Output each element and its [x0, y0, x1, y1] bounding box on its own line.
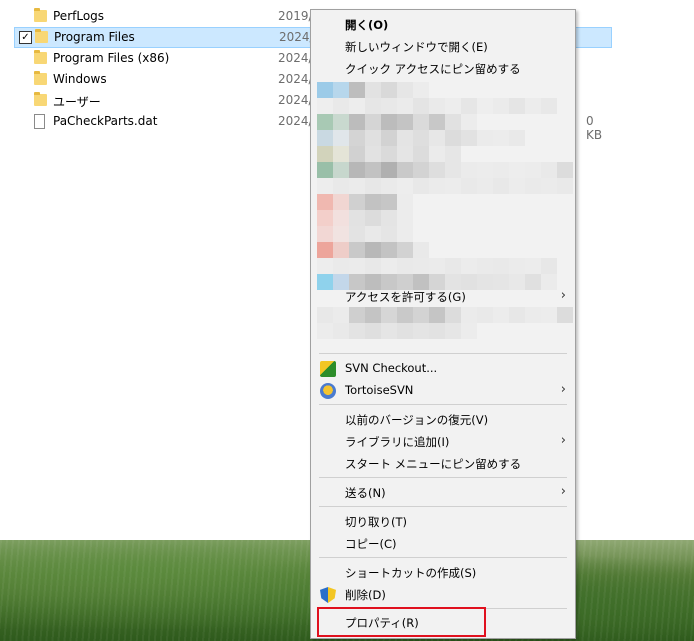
file-name: ユーザー [53, 95, 101, 109]
menu-item-copy[interactable]: コピー(C) [311, 532, 575, 554]
menu-label: SVN Checkout... [345, 361, 438, 375]
submenu-arrow-icon: › [560, 288, 566, 303]
menu-label: 削除(D) [345, 588, 386, 602]
pixelated-row [317, 226, 413, 242]
pixelated-row [317, 82, 429, 98]
folder-icon [35, 29, 48, 43]
file-date: 2024/ [278, 72, 313, 86]
svn-checkout-icon [320, 361, 336, 377]
file-name: PerfLogs [53, 9, 105, 23]
uac-shield-icon [320, 587, 336, 603]
file-date: 2024/ [279, 30, 314, 44]
pixelated-row [317, 307, 573, 323]
pixelated-row [317, 146, 461, 162]
menu-label: TortoiseSVN [345, 383, 414, 397]
menu-label: スタート メニューにピン留めする [345, 457, 522, 471]
pixelated-row [317, 242, 429, 258]
menu-label: 新しいウィンドウで開く(E) [345, 40, 488, 54]
context-menu: 開く(O) 新しいウィンドウで開く(E) クイック アクセスにピン留めする アク… [310, 9, 576, 639]
menu-item-open[interactable]: 開く(O) [311, 13, 575, 35]
file-date: 2024/ [278, 51, 313, 65]
file-name: Windows [53, 72, 107, 86]
menu-item-send-to[interactable]: 送る(N) › [311, 481, 575, 503]
menu-separator [319, 353, 567, 354]
menu-item-delete[interactable]: 削除(D) [311, 583, 575, 605]
pixelated-row [317, 178, 573, 194]
menu-label: コピー(C) [345, 537, 397, 551]
menu-item-give-access[interactable]: アクセスを許可する(G) › [311, 285, 575, 307]
file-date: 2024/ [278, 114, 313, 128]
pixelated-row [317, 114, 477, 130]
menu-separator [319, 477, 567, 478]
menu-label: 切り取り(T) [345, 515, 407, 529]
submenu-arrow-icon: › [560, 382, 566, 397]
menu-label: アクセスを許可する(G) [345, 290, 466, 304]
menu-label: 送る(N) [345, 486, 386, 500]
menu-item-pin-quick-access[interactable]: クイック アクセスにピン留めする [311, 57, 575, 79]
folder-icon [34, 92, 47, 106]
submenu-arrow-icon: › [560, 433, 566, 448]
pixelated-row [317, 162, 573, 178]
file-date: 2024/ [278, 93, 313, 107]
file-name: PaCheckParts.dat [53, 114, 158, 128]
pixelated-row [317, 210, 413, 226]
properties-highlight-box [317, 607, 486, 637]
tortoisesvn-icon [320, 383, 336, 399]
menu-separator [319, 506, 567, 507]
file-icon [34, 114, 45, 129]
menu-item-cut[interactable]: 切り取り(T) [311, 510, 575, 532]
menu-separator [319, 557, 567, 558]
menu-item-tortoisesvn[interactable]: TortoiseSVN › [311, 379, 575, 401]
folder-icon [34, 8, 47, 22]
menu-separator [319, 404, 567, 405]
menu-item-add-to-library[interactable]: ライブラリに追加(I) › [311, 430, 575, 452]
file-name: Program Files (x86) [53, 51, 170, 65]
menu-item-restore-versions[interactable]: 以前のバージョンの復元(V) [311, 408, 575, 430]
file-date: 2019/ [278, 9, 313, 23]
pixelated-row [317, 323, 477, 339]
menu-label: クイック アクセスにピン留めする [345, 62, 521, 76]
menu-item-pin-start[interactable]: スタート メニューにピン留めする [311, 452, 575, 474]
row-checkbox[interactable]: ✓ [19, 31, 32, 44]
pixelated-row [317, 98, 557, 114]
menu-label: 開く(O) [345, 18, 389, 32]
pixelated-row [317, 130, 525, 146]
file-size: 0 KB [586, 114, 603, 142]
menu-item-open-new-window[interactable]: 新しいウィンドウで開く(E) [311, 35, 575, 57]
folder-icon [34, 50, 47, 64]
menu-item-create-shortcut[interactable]: ショートカットの作成(S) [311, 561, 575, 583]
menu-item-svn-checkout[interactable]: SVN Checkout... [311, 357, 575, 379]
folder-icon [34, 71, 47, 85]
submenu-arrow-icon: › [560, 484, 566, 499]
file-name: Program Files [54, 30, 135, 44]
pixelated-row [317, 258, 557, 274]
pixelated-row [317, 194, 413, 210]
menu-label: ライブラリに追加(I) [345, 435, 450, 449]
menu-label: 以前のバージョンの復元(V) [345, 413, 489, 427]
menu-label: ショートカットの作成(S) [345, 566, 477, 580]
